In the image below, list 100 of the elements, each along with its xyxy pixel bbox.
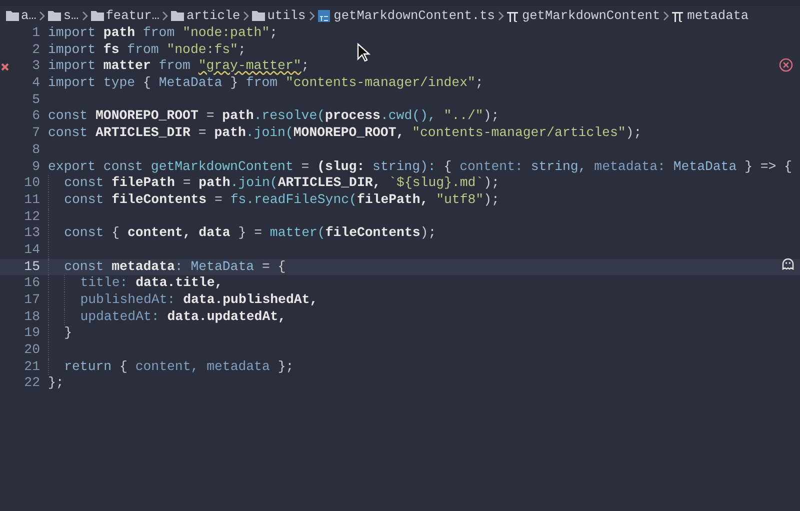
identifier: filePath,: [356, 192, 428, 209]
string-literal: "contents-manager/index": [285, 75, 476, 92]
breadcrumb-item[interactable]: s…: [63, 6, 79, 26]
line-number: 3: [31, 58, 40, 76]
line-number: 22: [23, 375, 40, 392]
function-call: .cwd(),: [380, 108, 436, 126]
line-number: 18: [23, 308, 40, 326]
line-number: 10: [23, 175, 40, 192]
type-name: : MetaData: [174, 258, 254, 276]
identifier: fileContents: [112, 192, 207, 209]
keyword: from: [127, 42, 159, 58]
line-number: 1: [31, 25, 40, 42]
keyword: const: [64, 175, 104, 192]
type-name: MetaData: [673, 158, 737, 176]
identifier: data: [198, 225, 230, 242]
function-call: .join(: [246, 125, 294, 142]
line-number: 15: [23, 258, 40, 276]
punctuation: );: [484, 175, 500, 192]
identifier: path: [222, 108, 254, 126]
folder-icon: [171, 10, 184, 21]
string-literal: "contents-manager/articles": [412, 125, 626, 142]
line-number: 11: [23, 192, 40, 209]
property-name: metadata: [206, 358, 270, 376]
property-name: updatedAt:: [80, 308, 160, 326]
breadcrumb-item[interactable]: getMarkdownContent: [522, 6, 660, 26]
string-literal: "node:path": [182, 25, 270, 42]
line-number: 12: [23, 208, 40, 226]
property-name: content,: [135, 358, 199, 376]
property-name: content:: [460, 158, 523, 176]
line-number: 20: [23, 342, 40, 359]
line-number: 17: [23, 292, 40, 309]
keyword: import: [48, 75, 96, 92]
identifier: (slug:: [317, 158, 365, 176]
identifier: ARTICLES_DIR,: [278, 175, 381, 192]
line-number: 14: [23, 242, 40, 259]
identifier: matter: [103, 58, 151, 76]
punctuation: ;: [270, 25, 278, 42]
punctuation: }: [64, 325, 72, 342]
chevron-icon: [663, 10, 670, 20]
line-number: 4: [31, 75, 40, 92]
function-call: matter(: [270, 225, 326, 242]
identifier: path: [198, 175, 230, 192]
line-number: 19: [23, 325, 40, 342]
punctuation: };: [278, 358, 294, 376]
punctuation: };: [48, 375, 64, 392]
punctuation: } =: [238, 225, 262, 242]
identifier: data.title,: [136, 275, 223, 292]
string-literal: "../": [444, 108, 484, 126]
punctuation: =: [214, 192, 222, 209]
property-name: publishedAt:: [80, 292, 176, 309]
punctuation: {: [444, 158, 452, 176]
punctuation: );: [484, 192, 500, 209]
breadcrumb-item[interactable]: getMarkdownContent.ts: [334, 6, 495, 26]
typescript-file-icon: [318, 10, 330, 22]
chevron-icon: [308, 10, 315, 20]
keyword: from: [158, 58, 190, 76]
symbol-icon: [506, 10, 518, 22]
punctuation: } => {: [744, 158, 792, 176]
function-call: getMarkdownContent: [150, 158, 294, 176]
keyword: const: [64, 225, 104, 242]
keyword: import: [48, 25, 96, 42]
identifier: MONOREPO_ROOT,: [293, 125, 404, 142]
breadcrumb-item[interactable]: article: [186, 6, 240, 26]
keyword: return: [64, 358, 112, 376]
punctuation: {: [112, 225, 120, 242]
keyword: const: [64, 258, 104, 276]
type-name: MetaData: [158, 75, 222, 92]
breadcrumb-item[interactable]: metadata: [687, 6, 749, 26]
line-number: 7: [31, 125, 40, 142]
identifier: path: [103, 25, 136, 42]
keyword: const: [48, 125, 88, 142]
chevron-icon: [39, 10, 46, 20]
chevron-icon: [82, 10, 88, 20]
chevron-icon: [162, 10, 168, 20]
identifier: content,: [127, 225, 191, 242]
identifier: path: [214, 125, 246, 142]
line-number: 8: [31, 142, 40, 159]
punctuation: =: [206, 108, 214, 126]
punctuation: );: [483, 108, 500, 126]
breadcrumb-item[interactable]: featur…: [106, 6, 160, 26]
folder-icon: [48, 10, 62, 21]
identifier: ARTICLES_DIR: [96, 125, 190, 142]
punctuation: ;: [238, 42, 246, 58]
punctuation: ;: [475, 75, 484, 92]
string-literal: `${slug}.md`: [388, 175, 484, 192]
identifier: data.updatedAt,: [167, 308, 286, 326]
identifier: filePath: [112, 175, 175, 192]
folder-icon: [252, 10, 266, 21]
punctuation: );: [420, 225, 436, 242]
keyword: import: [48, 42, 96, 58]
breadcrumb-item[interactable]: a…: [21, 6, 36, 26]
line-number: 9: [31, 158, 40, 176]
identifier: MONOREPO_ROOT: [96, 108, 198, 126]
punctuation: = {: [262, 258, 286, 276]
line-number: 13: [23, 225, 40, 242]
breadcrumb-item[interactable]: utils: [267, 6, 306, 26]
function-call: .join(: [230, 175, 278, 192]
line-number: 6: [31, 108, 40, 126]
line-number: 5: [31, 92, 40, 108]
keyword: from: [246, 75, 278, 92]
